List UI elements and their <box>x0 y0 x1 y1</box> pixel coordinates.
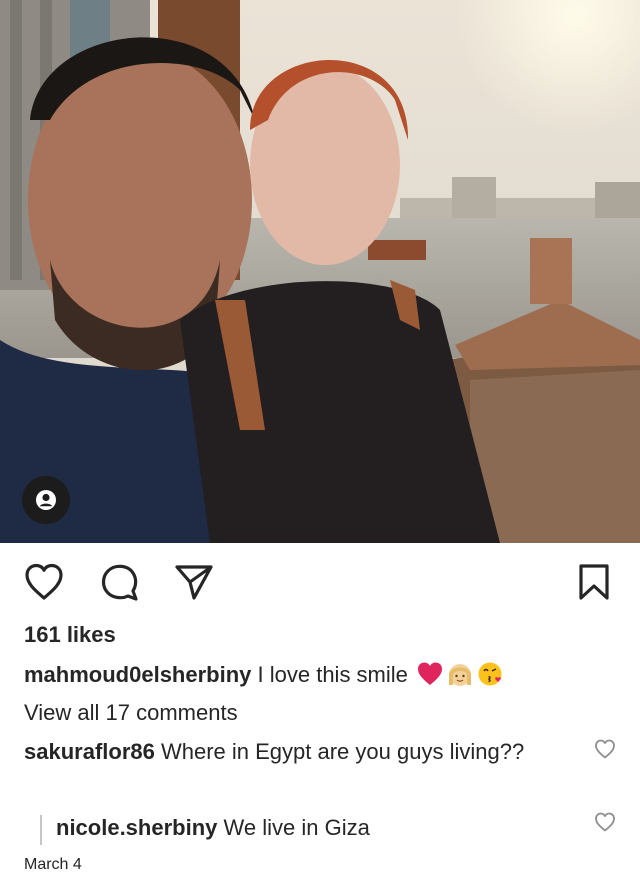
kiss-face-emoji-icon <box>478 662 502 686</box>
reply-username[interactable]: nicole.sherbiny <box>56 815 217 840</box>
red-heart-emoji-icon <box>418 662 443 685</box>
reply-item: nicole.sherbiny We live in Giza <box>56 813 370 843</box>
heart-outline-icon <box>25 563 63 600</box>
comment-like-icon[interactable] <box>594 738 616 760</box>
reply-text: We live in Giza <box>223 815 370 840</box>
bookmark-icon <box>579 564 609 600</box>
save-button[interactable] <box>574 562 614 602</box>
like-button[interactable] <box>24 562 64 602</box>
action-bar <box>0 558 640 606</box>
comment-button[interactable] <box>100 562 140 602</box>
caption-text: I love this smile <box>257 662 408 687</box>
post-caption: mahmoud0elsherbiny I love this smile <box>24 659 624 691</box>
share-button[interactable] <box>174 562 214 602</box>
comment-text: Where in Egypt are you guys living?? <box>160 739 525 764</box>
caption-username[interactable]: mahmoud0elsherbiny <box>24 662 251 687</box>
reply-like-icon[interactable] <box>594 811 616 833</box>
paper-plane-icon <box>175 565 213 600</box>
post-date: March 4 <box>24 856 82 873</box>
user-tag-icon <box>36 490 56 510</box>
photo-scene <box>0 0 640 543</box>
comment-username[interactable]: sakuraflor86 <box>24 739 155 764</box>
comment-bubble-icon <box>101 564 138 601</box>
reply-thread-line <box>40 815 42 845</box>
post-photo[interactable] <box>0 0 640 543</box>
user-tag-button[interactable] <box>22 476 70 524</box>
likes-count[interactable]: 161 likes <box>24 622 116 648</box>
comment-item: sakuraflor86 Where in Egypt are you guys… <box>24 735 584 769</box>
woman-emoji-icon <box>449 664 472 686</box>
view-all-comments-link[interactable]: View all 17 comments <box>24 700 238 726</box>
